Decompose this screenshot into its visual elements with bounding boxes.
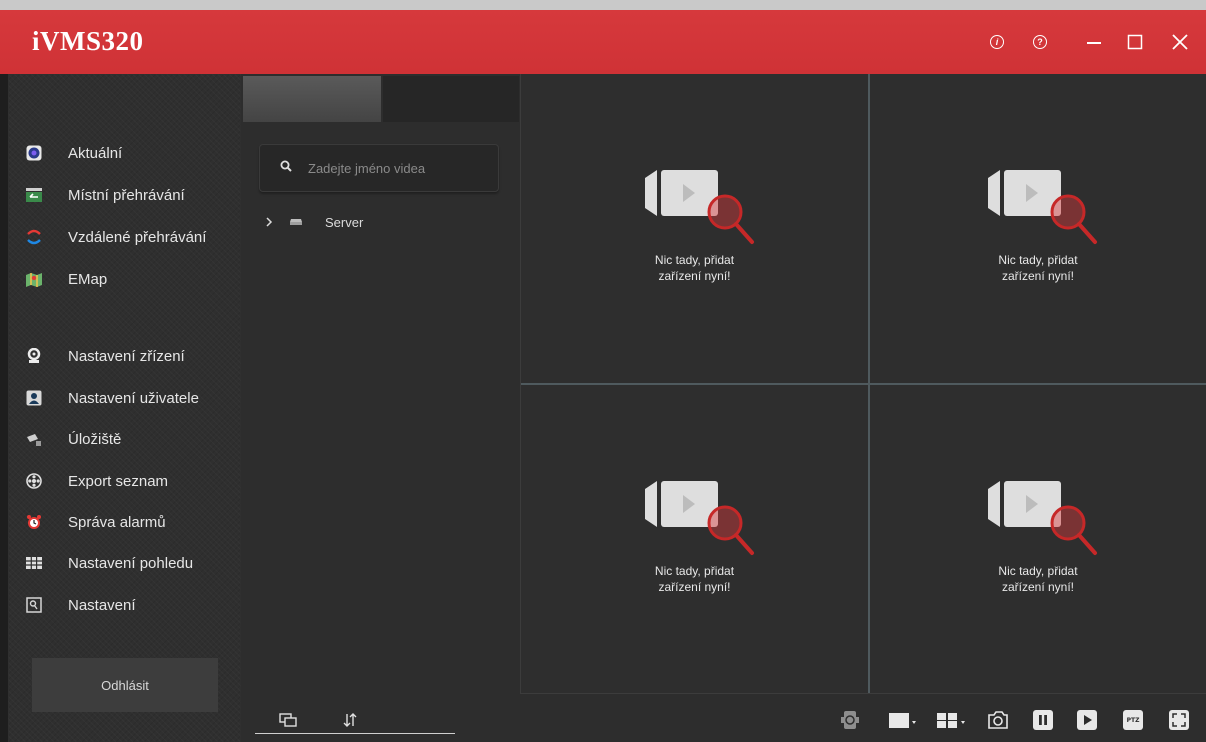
window-edge bbox=[0, 74, 8, 742]
video-cell[interactable]: Nic tady, přidat zařízení nyní! bbox=[870, 385, 1206, 693]
ptz-icon[interactable]: PTZ bbox=[1122, 710, 1144, 730]
sidebar-item-local-playback[interactable]: Místní přehrávání bbox=[26, 182, 185, 208]
tab-views[interactable] bbox=[383, 76, 519, 122]
live-view-icon bbox=[26, 145, 42, 161]
title-bar: iVMS320 i ? bbox=[0, 10, 1206, 74]
about-icon[interactable]: i bbox=[987, 32, 1007, 52]
pause-icon[interactable] bbox=[1032, 710, 1054, 730]
sort-icon[interactable] bbox=[339, 710, 361, 730]
sidebar-item-user-settings[interactable]: Nastavení uživatele bbox=[26, 385, 199, 411]
playback-toolbar: PTZ bbox=[520, 694, 1206, 742]
empty-cell-message: Nic tady, přidat zařízení nyní! bbox=[654, 564, 735, 594]
ptz-label: PTZ bbox=[1126, 716, 1140, 724]
device-settings-icon bbox=[26, 348, 42, 364]
maximize-icon[interactable] bbox=[1125, 32, 1145, 52]
server-icon bbox=[289, 215, 303, 230]
close-icon[interactable] bbox=[1170, 32, 1190, 52]
sidebar-item-storage[interactable]: Úložiště bbox=[26, 426, 121, 452]
device-panel: Server bbox=[241, 74, 520, 742]
minimize-icon[interactable] bbox=[1084, 32, 1104, 52]
storage-icon bbox=[26, 431, 42, 447]
camera-search-icon bbox=[644, 481, 754, 555]
camera-search-icon bbox=[644, 170, 754, 244]
camera-search-icon bbox=[988, 170, 1097, 244]
empty-cell-message: Nic tady, přidat zařízení nyní! bbox=[998, 564, 1078, 594]
view-settings-icon bbox=[26, 555, 42, 571]
tree-item-label: Server bbox=[325, 214, 364, 230]
logout-button[interactable]: Odhlásit bbox=[32, 658, 218, 712]
video-cell[interactable]: Nic tady, přidat zařízení nyní! bbox=[521, 385, 868, 693]
remote-playback-icon bbox=[26, 229, 42, 245]
sidebar-item-view-settings[interactable]: Nastavení pohledu bbox=[26, 550, 193, 576]
single-screen-icon[interactable] bbox=[888, 710, 918, 730]
local-playback-icon bbox=[26, 187, 42, 203]
search-icon bbox=[280, 159, 292, 177]
sidebar-item-live-view[interactable]: Aktuální bbox=[26, 140, 122, 166]
snapshot-icon[interactable] bbox=[986, 710, 1010, 730]
grid-divider-horizontal bbox=[520, 383, 1206, 385]
video-cell[interactable]: Nic tady, přidat zařízení nyní! bbox=[870, 74, 1206, 383]
tree-item-server[interactable]: Server bbox=[265, 212, 363, 232]
camera-search-icon bbox=[988, 481, 1097, 555]
sidebar-item-remote-playback[interactable]: Vzdálené přehrávání bbox=[26, 224, 206, 250]
fullscreen-icon[interactable] bbox=[1168, 710, 1190, 730]
search-box bbox=[259, 144, 499, 192]
empty-cell-message: Nic tady, přidat zařízení nyní! bbox=[654, 253, 735, 283]
split-screen-icon[interactable] bbox=[936, 710, 968, 730]
sidebar-item-settings[interactable]: Nastavení bbox=[26, 592, 136, 618]
search-input[interactable] bbox=[308, 160, 488, 176]
user-settings-icon bbox=[26, 390, 42, 406]
sidebar-item-export[interactable]: Export seznam bbox=[26, 468, 168, 494]
chevron-right-icon[interactable] bbox=[265, 215, 273, 230]
sidebar-item-device-settings[interactable]: Nastavení zřízení bbox=[26, 343, 185, 369]
panel-bottom-toolbar bbox=[255, 704, 455, 734]
sidebar-item-emap[interactable]: EMap bbox=[26, 266, 107, 292]
play-icon[interactable] bbox=[1076, 710, 1098, 730]
tab-devices[interactable] bbox=[243, 76, 381, 122]
grid-border bbox=[520, 74, 521, 694]
rotate-icon[interactable] bbox=[840, 710, 860, 730]
emap-icon bbox=[26, 271, 42, 287]
alarm-icon bbox=[26, 514, 42, 530]
desktop-strip bbox=[0, 0, 1206, 10]
app-logo: iVMS320 bbox=[32, 26, 144, 56]
export-icon bbox=[26, 473, 42, 489]
app-window: iVMS320 i ? Aktuální Místní přehrávání V… bbox=[0, 0, 1206, 742]
window-mode-icon[interactable] bbox=[277, 710, 299, 730]
sidebar-item-alarms[interactable]: Správa alarmů bbox=[26, 509, 166, 535]
help-icon[interactable]: ? bbox=[1030, 32, 1050, 52]
settings-icon bbox=[26, 597, 42, 613]
empty-cell-message: Nic tady, přidat zařízení nyní! bbox=[998, 253, 1078, 283]
video-grid: Nic tady, přidat zařízení nyní! Nic tady… bbox=[520, 74, 1206, 694]
video-cell[interactable]: Nic tady, přidat zařízení nyní! bbox=[521, 74, 868, 383]
sidebar: Aktuální Místní přehrávání Vzdálené přeh… bbox=[8, 74, 241, 742]
